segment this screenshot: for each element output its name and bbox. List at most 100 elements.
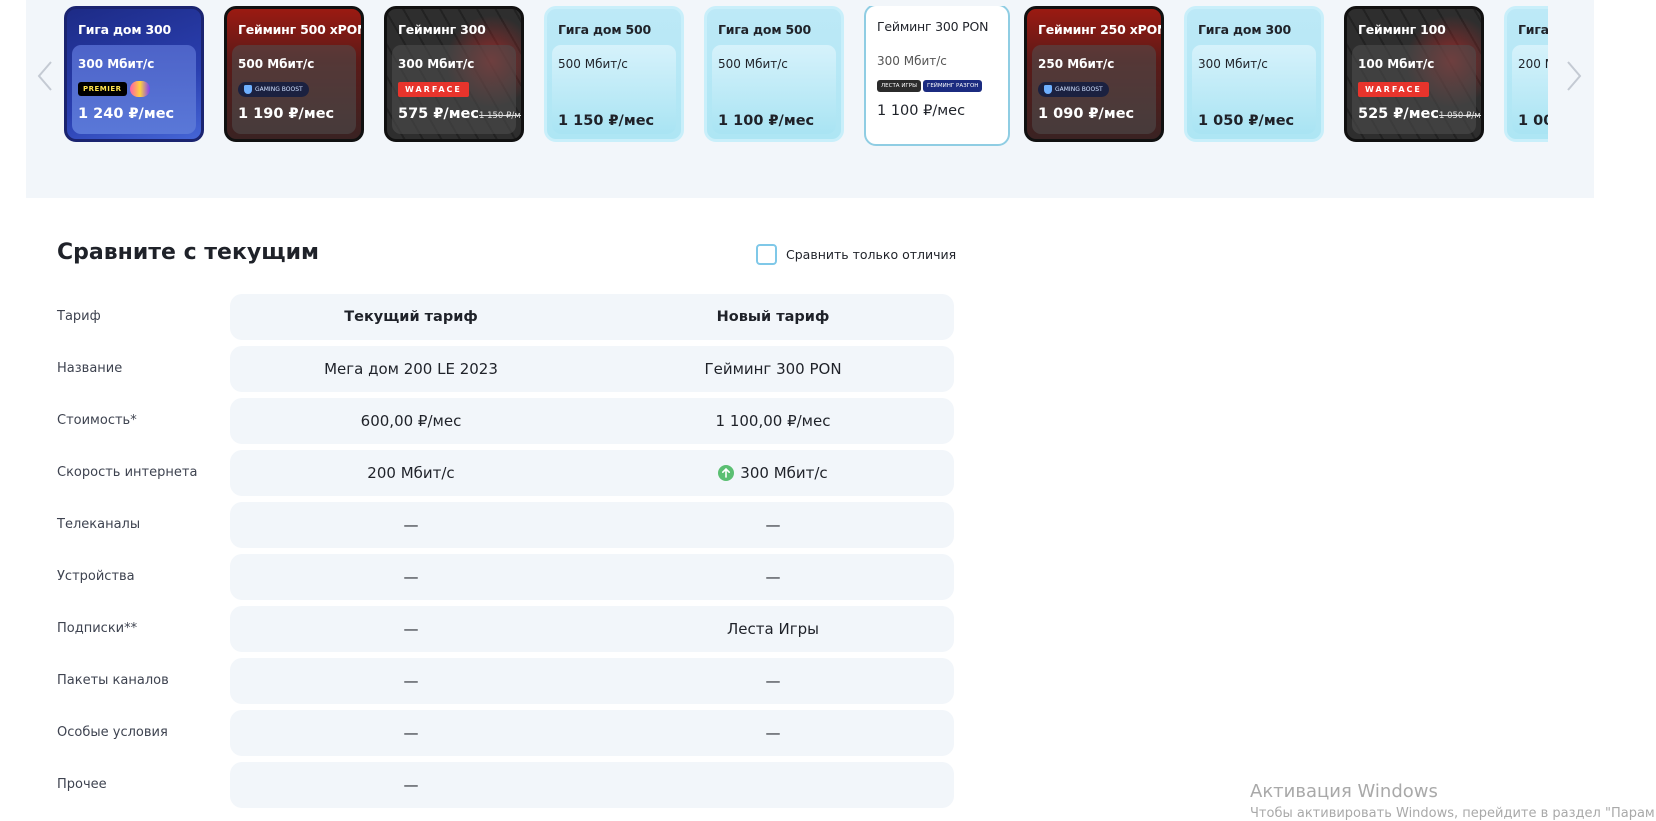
tariff-card-price: 1 090 ₽/мес — [1038, 106, 1134, 122]
tariff-card[interactable]: Гига дом 500 500 Мбит/с 1 100 ₽/мес — [704, 6, 844, 142]
tariff-card-title: Гейминг 300 PON — [877, 19, 989, 34]
compare-row-label: Устройства — [57, 569, 135, 584]
tariff-card-badge: WARFACE — [1358, 81, 1429, 97]
tariff-card[interactable]: Гейминг 300 PON 300 Мбит/с ЛЕСТА ИГРЫ ГЕЙМИ… — [864, 6, 1010, 146]
tariff-card[interactable]: Гига дом 300 300 Мбит/с PREMIER 1 240 ₽/мес — [64, 6, 204, 142]
compare-row: — — — [230, 502, 954, 548]
gaming-boost-logo: GAMING BOOST — [1038, 81, 1109, 97]
gaming-boost-label: GAMING BOOST — [255, 85, 303, 93]
gaming-boost-label: ГЕЙМИНГ РАЗГОН — [922, 80, 983, 92]
compare-row-label: Стоимость* — [57, 413, 137, 428]
compare-row: — Леста Игры — [230, 606, 954, 652]
compare-new-value-text: 300 Мбит/с — [740, 464, 828, 482]
tariff-carousel: Гига дом 300 300 Мбит/с PREMIER 1 240 ₽/мес… — [26, 0, 1594, 198]
tariff-card-price-value: 1 100 ₽/мес — [877, 103, 966, 119]
tariff-card-badge: GAMING BOOST — [1038, 81, 1109, 97]
tariff-card-price-value: 1 000 — [1518, 113, 1548, 129]
tariff-card-speed: 200 Мб — [1518, 57, 1548, 71]
compare-new-value-text: — — [765, 568, 781, 586]
compare-new-value-text: 1 100,00 ₽/мес — [715, 412, 831, 430]
compare-row: Мега дом 200 LE 2023 Гейминг 300 PON — [230, 346, 954, 392]
compare-current-value: — — [403, 724, 419, 742]
tariff-card-title: Гига дом 500 — [558, 22, 651, 37]
compare-row: 200 Мбит/с 300 Мбит/с — [230, 450, 954, 496]
compare-row: — — [230, 762, 954, 808]
compare-current-value: — — [403, 776, 419, 794]
compare-row: 600,00 ₽/мес 1 100,00 ₽/мес — [230, 398, 954, 444]
tariff-card-price-value: 1 090 ₽/мес — [1038, 106, 1135, 122]
compare-current-value: 600,00 ₽/мес — [360, 412, 462, 430]
compare-new-value: Гейминг 300 PON — [592, 346, 954, 392]
warface-logo: WARFACE — [1358, 81, 1429, 97]
shield-icon — [1044, 84, 1052, 94]
tariff-card-price-value: 1 100 ₽/мес — [718, 113, 815, 129]
tariff-card-price: 575 ₽/мес1 150 ₽/мес — [398, 106, 521, 122]
gaming-boost-logo: GAMING BOOST — [238, 81, 309, 97]
tariff-card-badge: WARFACE — [398, 81, 469, 97]
tariff-card-speed: 300 Мбит/с — [1198, 57, 1268, 71]
compare-row-label: Прочее — [57, 777, 107, 792]
tariff-card-price-value: 1 150 ₽/мес — [558, 113, 655, 129]
tariff-card-speed: 500 Мбит/с — [238, 57, 315, 71]
tariff-card-badge: PREMIER — [78, 81, 150, 97]
lesta-games-label: ЛЕСТА ИГРЫ — [877, 80, 921, 92]
premier-logo: PREMIER — [78, 82, 127, 96]
compare-new-value-text: Гейминг 300 PON — [704, 360, 842, 378]
compare-new-value-text: — — [765, 724, 781, 742]
tariff-card[interactable]: Гига дом 300 300 Мбит/с 1 050 ₽/мес — [1184, 6, 1324, 142]
compare-row: — — — [230, 710, 954, 756]
tariff-card-title: Гига дом 300 — [1198, 22, 1291, 37]
compare-current-value: — — [403, 672, 419, 690]
tariff-card-price-value: 1 240 ₽/мес — [78, 106, 175, 122]
compare-new-value: — — [592, 658, 954, 704]
tariff-card-old-price: 1 150 ₽/мес — [478, 111, 521, 121]
tariff-card[interactable]: Гига дом 500 500 Мбит/с 1 150 ₽/мес — [544, 6, 684, 142]
gaming-boost-label: GAMING BOOST — [1055, 85, 1103, 93]
compare-current-value: 200 Мбит/с — [367, 464, 455, 482]
tariff-card-title: Гейминг 300 — [398, 22, 486, 37]
tariff-card-price-value: 1 050 ₽/мес — [1198, 113, 1295, 129]
compare-row-label: Скорость интернета — [57, 465, 198, 480]
tariff-card-price: 1 240 ₽/мес — [78, 106, 174, 122]
only-differences-checkbox[interactable] — [756, 244, 777, 265]
tariff-card-old-price: 1 050 ₽/мес — [1438, 111, 1481, 121]
only-differences-toggle[interactable]: Сравнить только отличия — [756, 244, 956, 265]
compare-new-value: Леста Игры — [592, 606, 954, 652]
windows-activation-title: Активация Windows — [1250, 781, 1438, 802]
tariff-card-price: 1 000 — [1518, 113, 1548, 129]
carousel-cards: Гига дом 300 300 Мбит/с PREMIER 1 240 ₽/мес… — [64, 6, 1548, 152]
tariff-card-price-value: 525 ₽/мес — [1358, 106, 1439, 122]
compare-new-value: Новый тариф — [592, 294, 954, 340]
lesta-logo: ЛЕСТА ИГРЫ ГЕЙМИНГ РАЗГОН — [877, 80, 983, 92]
tariff-card[interactable]: Гейминг 300 300 Мбит/с WARFACE 575 ₽/мес1 1… — [384, 6, 524, 142]
tariff-card[interactable]: Гига дом 200 Мб 1 000 — [1504, 6, 1548, 142]
compare-current-value: — — [403, 568, 419, 586]
carousel-next-button[interactable] — [1561, 56, 1587, 96]
tariff-card-title: Гейминг 100 — [1358, 22, 1446, 37]
compare-new-value: — — [592, 554, 954, 600]
compare-new-value-text: Новый тариф — [716, 309, 830, 325]
carousel-prev-button[interactable] — [32, 56, 58, 96]
tariff-card-title: Гейминг 250 xPON — [1038, 22, 1164, 37]
tariff-card[interactable]: Гейминг 500 xPON 500 Мбит/с GAMING BOOST 1 … — [224, 6, 364, 142]
partner-logo-icon — [129, 81, 150, 97]
tariff-card-speed: 300 Мбит/с — [78, 57, 155, 71]
tariff-card-title: Гига дом 300 — [78, 22, 171, 37]
tariff-card-speed: 300 Мбит/с — [877, 54, 947, 68]
tariff-card[interactable]: Гейминг 100 100 Мбит/с WARFACE 525 ₽/мес1 0… — [1344, 6, 1484, 142]
tariff-card-price: 1 150 ₽/мес — [558, 113, 654, 129]
chevron-left-icon — [37, 61, 52, 91]
tariff-card-price-value: 575 ₽/мес — [398, 106, 479, 122]
compare-row-label: Подписки** — [57, 621, 138, 636]
tariff-card-price: 525 ₽/мес1 050 ₽/мес — [1358, 106, 1481, 122]
compare-row: Текущий тариф Новый тариф — [230, 294, 954, 340]
compare-row: — — — [230, 658, 954, 704]
tariff-card[interactable]: Гейминг 250 xPON 250 Мбит/с GAMING BOOST 1 … — [1024, 6, 1164, 142]
compare-row-label: Особые условия — [57, 725, 168, 740]
tariff-card-price: 1 190 ₽/мес — [238, 106, 334, 122]
compare-new-value: 300 Мбит/с — [592, 450, 954, 496]
compare-current-value: — — [403, 620, 419, 638]
arrow-up-icon — [718, 465, 735, 481]
tariff-card-price: 1 050 ₽/мес — [1198, 113, 1294, 129]
tariff-card-badge: ЛЕСТА ИГРЫ ГЕЙМИНГ РАЗГОН — [877, 78, 983, 94]
